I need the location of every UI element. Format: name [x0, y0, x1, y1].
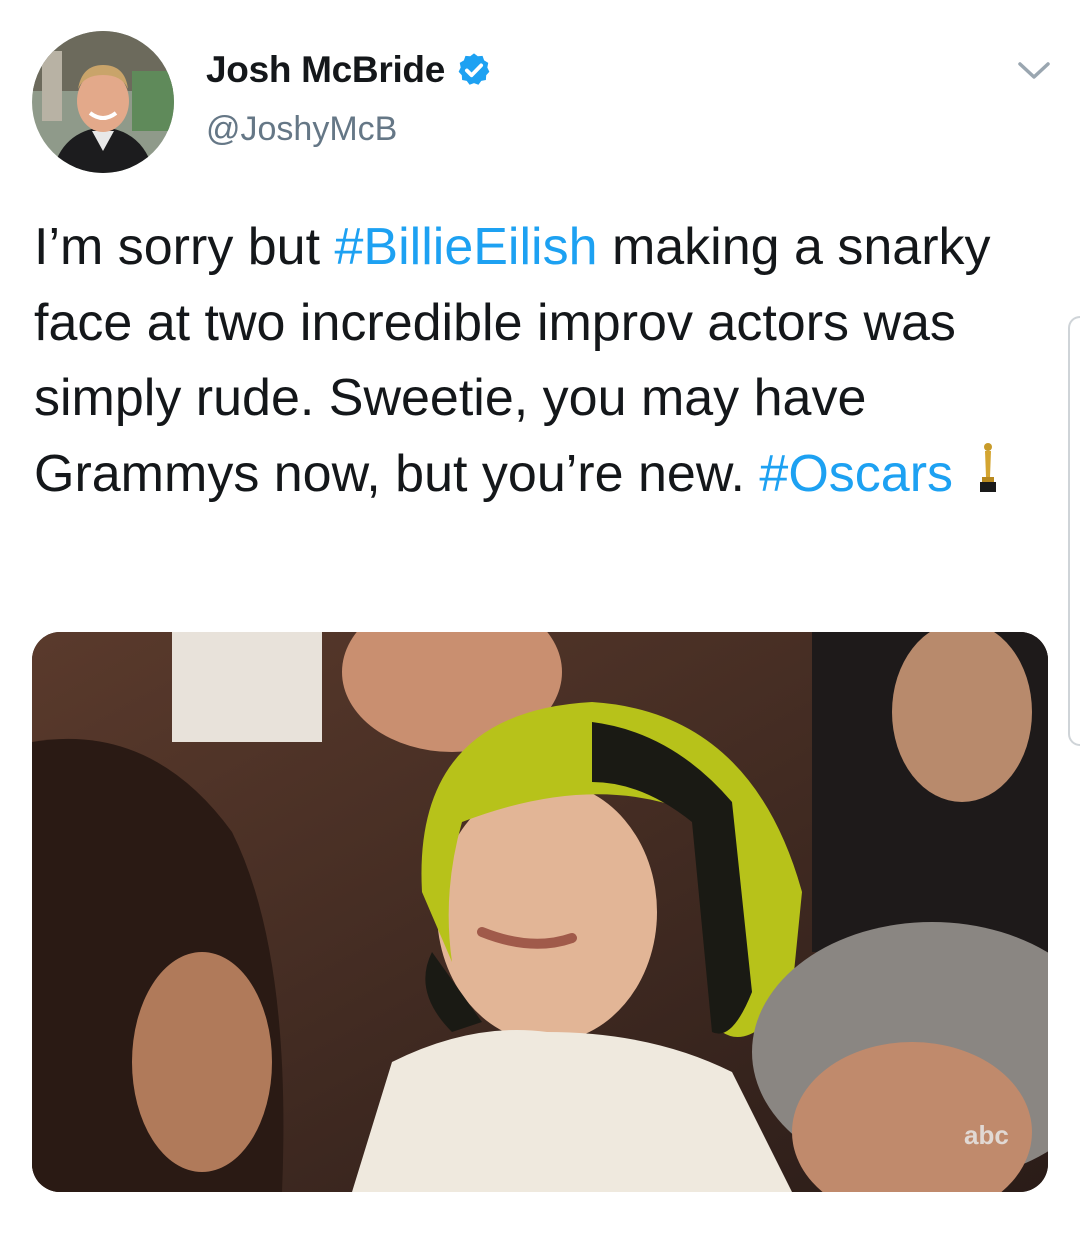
scrollbar[interactable]: [1068, 316, 1080, 746]
display-name[interactable]: Josh McBride: [206, 49, 445, 91]
avatar[interactable]: [32, 31, 174, 173]
photo: abc: [32, 632, 1048, 1192]
chevron-down-icon[interactable]: [1012, 52, 1056, 88]
profile-photo: [32, 31, 174, 173]
oscar-trophy-icon: [980, 442, 997, 492]
hashtag-link[interactable]: #BillieEilish: [335, 218, 598, 276]
tweet-media-photo[interactable]: abc: [32, 632, 1048, 1192]
hashtag-link[interactable]: #Oscars: [759, 445, 953, 503]
author-handle[interactable]: @JoshyMcB: [206, 110, 397, 149]
text-segment: I’m sorry but: [34, 218, 335, 276]
network-watermark: abc: [964, 1120, 1009, 1150]
author-name-row[interactable]: Josh McBride: [206, 44, 493, 96]
verified-badge-icon: [458, 53, 490, 85]
tweet-text: I’m sorry but #BillieEilish making a sna…: [34, 210, 1044, 512]
